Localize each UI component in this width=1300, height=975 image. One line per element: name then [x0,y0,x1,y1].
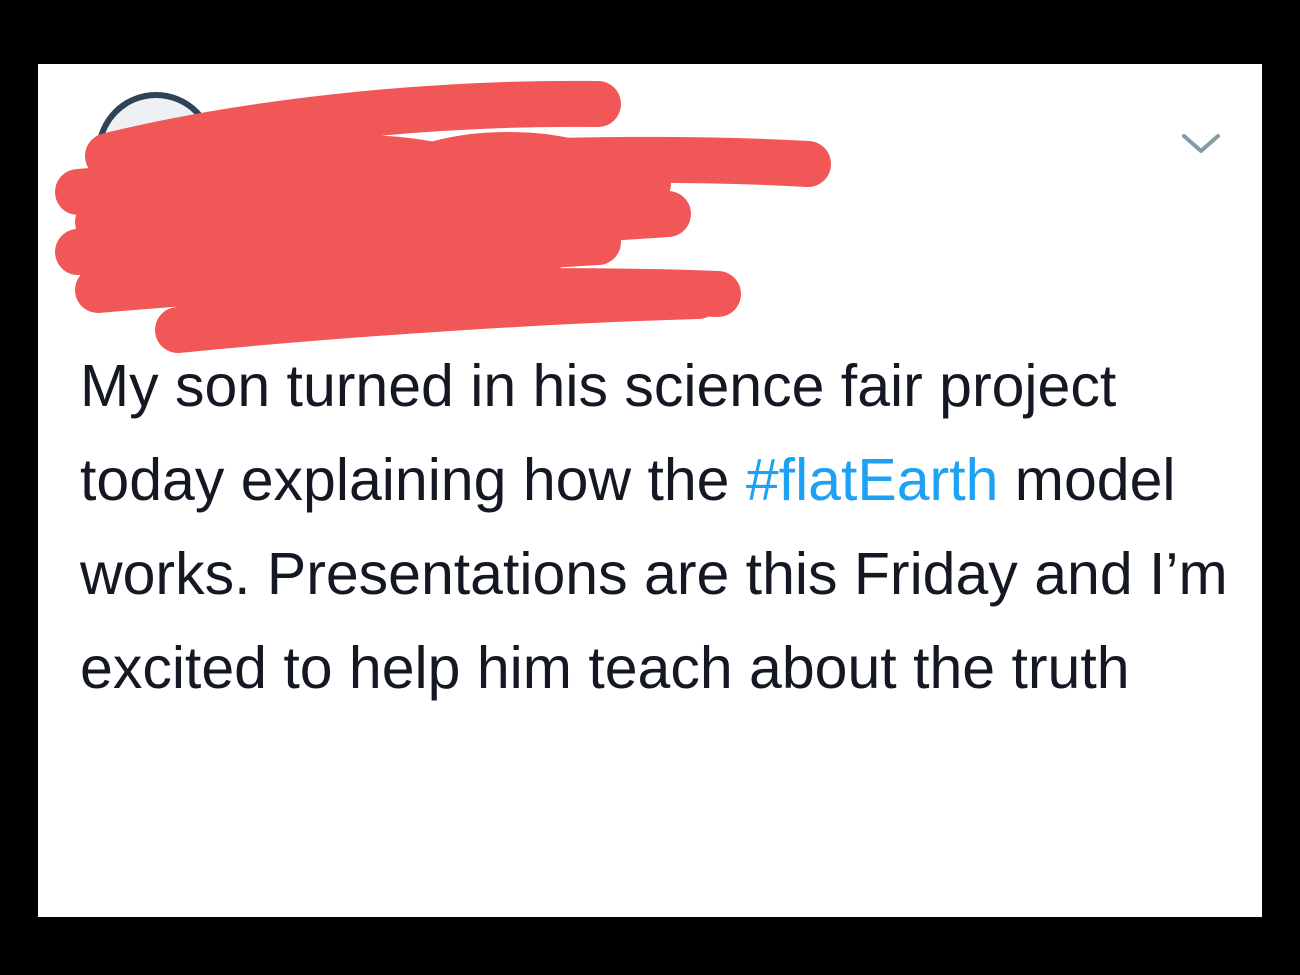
tweet-text: My son turned in his science fair projec… [80,339,1240,715]
chevron-down-icon[interactable] [1178,126,1224,160]
hashtag-link[interactable]: #flatEarth [746,447,999,513]
username-fragment: rth [614,204,662,246]
avatar[interactable] [96,92,216,212]
tweet-card: rth My son turned in his science fair pr… [38,64,1262,917]
display-name-fragment [500,152,536,162]
